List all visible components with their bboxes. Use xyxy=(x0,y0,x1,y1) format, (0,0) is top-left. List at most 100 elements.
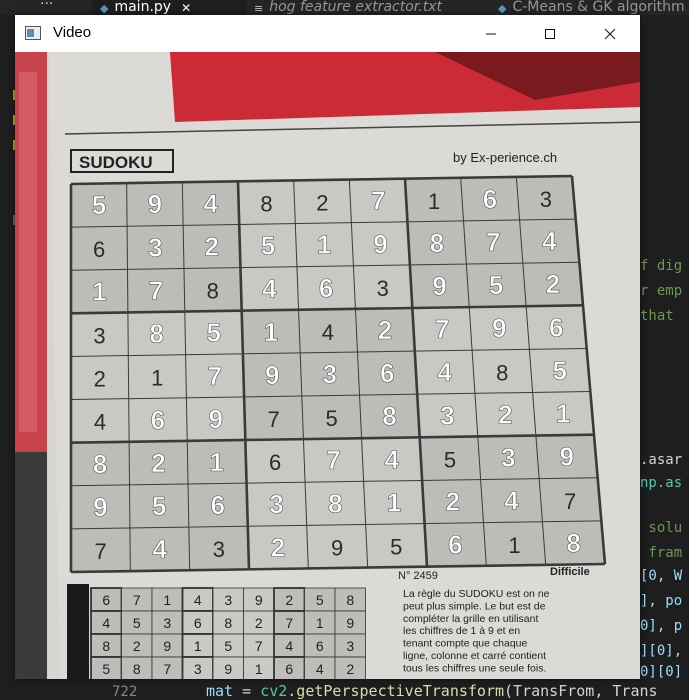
sudoku-digit: 3 xyxy=(540,187,552,212)
mini-digit: 5 xyxy=(102,661,110,677)
mini-digit: 1 xyxy=(163,592,171,608)
video-window: Video SUDOKU by Ex-perience.ch 5 9 4 8 2… xyxy=(15,15,640,679)
sudoku-digit: 9 xyxy=(209,404,223,434)
sudoku-digit: 1 xyxy=(428,189,440,214)
code-fragment: ], po xyxy=(640,593,683,609)
mini-digit: 9 xyxy=(255,592,263,608)
tab-label: hog feature extractor.txt xyxy=(269,0,442,15)
rules-line: tenant compte que chaque xyxy=(403,638,528,650)
sudoku-digit: 3 xyxy=(93,323,105,348)
window-titlebar[interactable]: Video xyxy=(15,15,640,52)
sudoku-digit: 7 xyxy=(435,314,449,344)
difficulty-label: Difficile xyxy=(550,566,590,578)
tab-label: main.py xyxy=(114,0,172,15)
code-fragment: r emp xyxy=(640,283,683,299)
sudoku-digit: 1 xyxy=(264,317,278,347)
sudoku-digit: 2 xyxy=(498,399,512,429)
python-file-icon: ◆ xyxy=(498,2,507,15)
sudoku-digit: 4 xyxy=(504,486,519,516)
sudoku-digit: 3 xyxy=(440,400,454,430)
text-file-icon: ≡ xyxy=(254,2,264,15)
sudoku-digit: 7 xyxy=(149,275,163,305)
mini-digit: 2 xyxy=(285,592,293,608)
mini-digit: 4 xyxy=(285,638,293,654)
code-fragment: ][0], xyxy=(640,643,683,659)
code-fragment: .asar xyxy=(640,452,683,468)
mini-digit: 7 xyxy=(133,592,141,608)
mini-digit: 7 xyxy=(163,661,171,677)
sudoku-digit: 4 xyxy=(94,410,106,435)
sudoku-digit: 2 xyxy=(204,231,218,261)
sudoku-digit: 7 xyxy=(564,489,576,514)
code-fragment: that xyxy=(640,308,674,324)
mini-digit: 7 xyxy=(255,638,263,654)
code-fragment: solu xyxy=(640,520,683,536)
code-fragment: [0, W xyxy=(640,568,683,584)
sudoku-digit: 1 xyxy=(317,230,331,260)
sudoku-digit: 8 xyxy=(382,401,396,431)
sudoku-digit: 5 xyxy=(553,355,567,385)
line-number: 722 xyxy=(112,684,138,700)
sudoku-digit: 8 xyxy=(566,528,580,558)
rules-line: peut plus simple. Le but est de xyxy=(403,600,546,612)
sudoku-digit: 8 xyxy=(149,319,163,349)
sudoku-digit: 4 xyxy=(322,320,334,345)
sudoku-digit: 2 xyxy=(316,191,328,216)
sudoku-digit: 6 xyxy=(448,530,462,560)
mini-digit: 4 xyxy=(102,615,110,631)
mini-digit: 8 xyxy=(224,615,232,631)
sudoku-heading: SUDOKU xyxy=(79,153,153,172)
camera-image: SUDOKU by Ex-perience.ch 5 9 4 8 2 7 1 6 3 6 3 2 5 1 9… xyxy=(15,52,640,679)
mini-digit: 8 xyxy=(133,661,141,677)
sudoku-digit: 6 xyxy=(549,312,563,342)
sudoku-digit: 7 xyxy=(94,539,106,564)
close-tab-icon[interactable]: ✕ xyxy=(181,1,191,15)
byline: by Ex-perience.ch xyxy=(453,150,557,165)
sudoku-digit: 3 xyxy=(323,359,337,389)
mini-digit: 6 xyxy=(194,615,202,631)
sudoku-digit: 6 xyxy=(483,184,497,214)
sudoku-digit: 3 xyxy=(501,443,515,473)
sudoku-digit: 9 xyxy=(373,229,387,259)
mini-digit: 7 xyxy=(285,615,293,631)
mini-digit: 5 xyxy=(133,615,141,631)
mini-digit: 4 xyxy=(194,592,202,608)
rules-line: ligne, colonne et carré contient xyxy=(403,650,546,662)
mini-digit: 6 xyxy=(316,638,324,654)
sudoku-digit: 4 xyxy=(542,226,557,256)
tab-main-py[interactable]: ◆ main.py ✕ xyxy=(92,0,246,15)
code-fragment: fram xyxy=(640,545,683,561)
window-title: Video xyxy=(53,24,92,41)
mini-digit: 1 xyxy=(255,661,263,677)
sudoku-digit: 9 xyxy=(432,271,446,301)
mini-digit: 8 xyxy=(102,638,110,654)
sudoku-digit: 6 xyxy=(269,450,281,475)
close-button[interactable] xyxy=(587,15,633,52)
sudoku-digit: 7 xyxy=(268,407,280,432)
tab-label: C-Means & GK algorithm xyxy=(512,0,685,15)
code-fragment: 0], p xyxy=(640,618,683,634)
code-line[interactable]: mat = cv2.getPerspectiveTransform(TransF… xyxy=(206,682,658,700)
tab-hog-feature-extractor[interactable]: ≡ hog feature extractor.txt xyxy=(246,0,482,15)
sudoku-digit: 5 xyxy=(444,447,456,472)
mini-digit: 5 xyxy=(316,592,324,608)
rules-line: La règle du SUDOKU est on ne xyxy=(403,588,550,600)
mini-digit: 2 xyxy=(346,661,354,677)
sudoku-digit: 8 xyxy=(260,191,272,216)
code-var: mat xyxy=(206,682,234,700)
mini-digit: 4 xyxy=(316,661,324,677)
tab-c-means-gk[interactable]: ◆ C-Means & GK algorithm xyxy=(490,0,689,15)
more-actions-icon[interactable]: ··· xyxy=(40,0,53,12)
app-window-icon xyxy=(25,26,41,40)
sudoku-digit: 2 xyxy=(271,532,285,562)
mini-digit: 6 xyxy=(102,592,110,608)
editor-gutter xyxy=(0,15,17,699)
sudoku-digit: 2 xyxy=(546,269,560,299)
mini-digit: 3 xyxy=(163,615,171,631)
sudoku-digit: 9 xyxy=(559,442,573,472)
sudoku-digit: 2 xyxy=(445,487,459,517)
mini-digit: 2 xyxy=(133,638,141,654)
minimize-button[interactable] xyxy=(468,15,514,52)
code-op: = xyxy=(233,682,261,700)
maximize-button[interactable] xyxy=(527,15,573,52)
